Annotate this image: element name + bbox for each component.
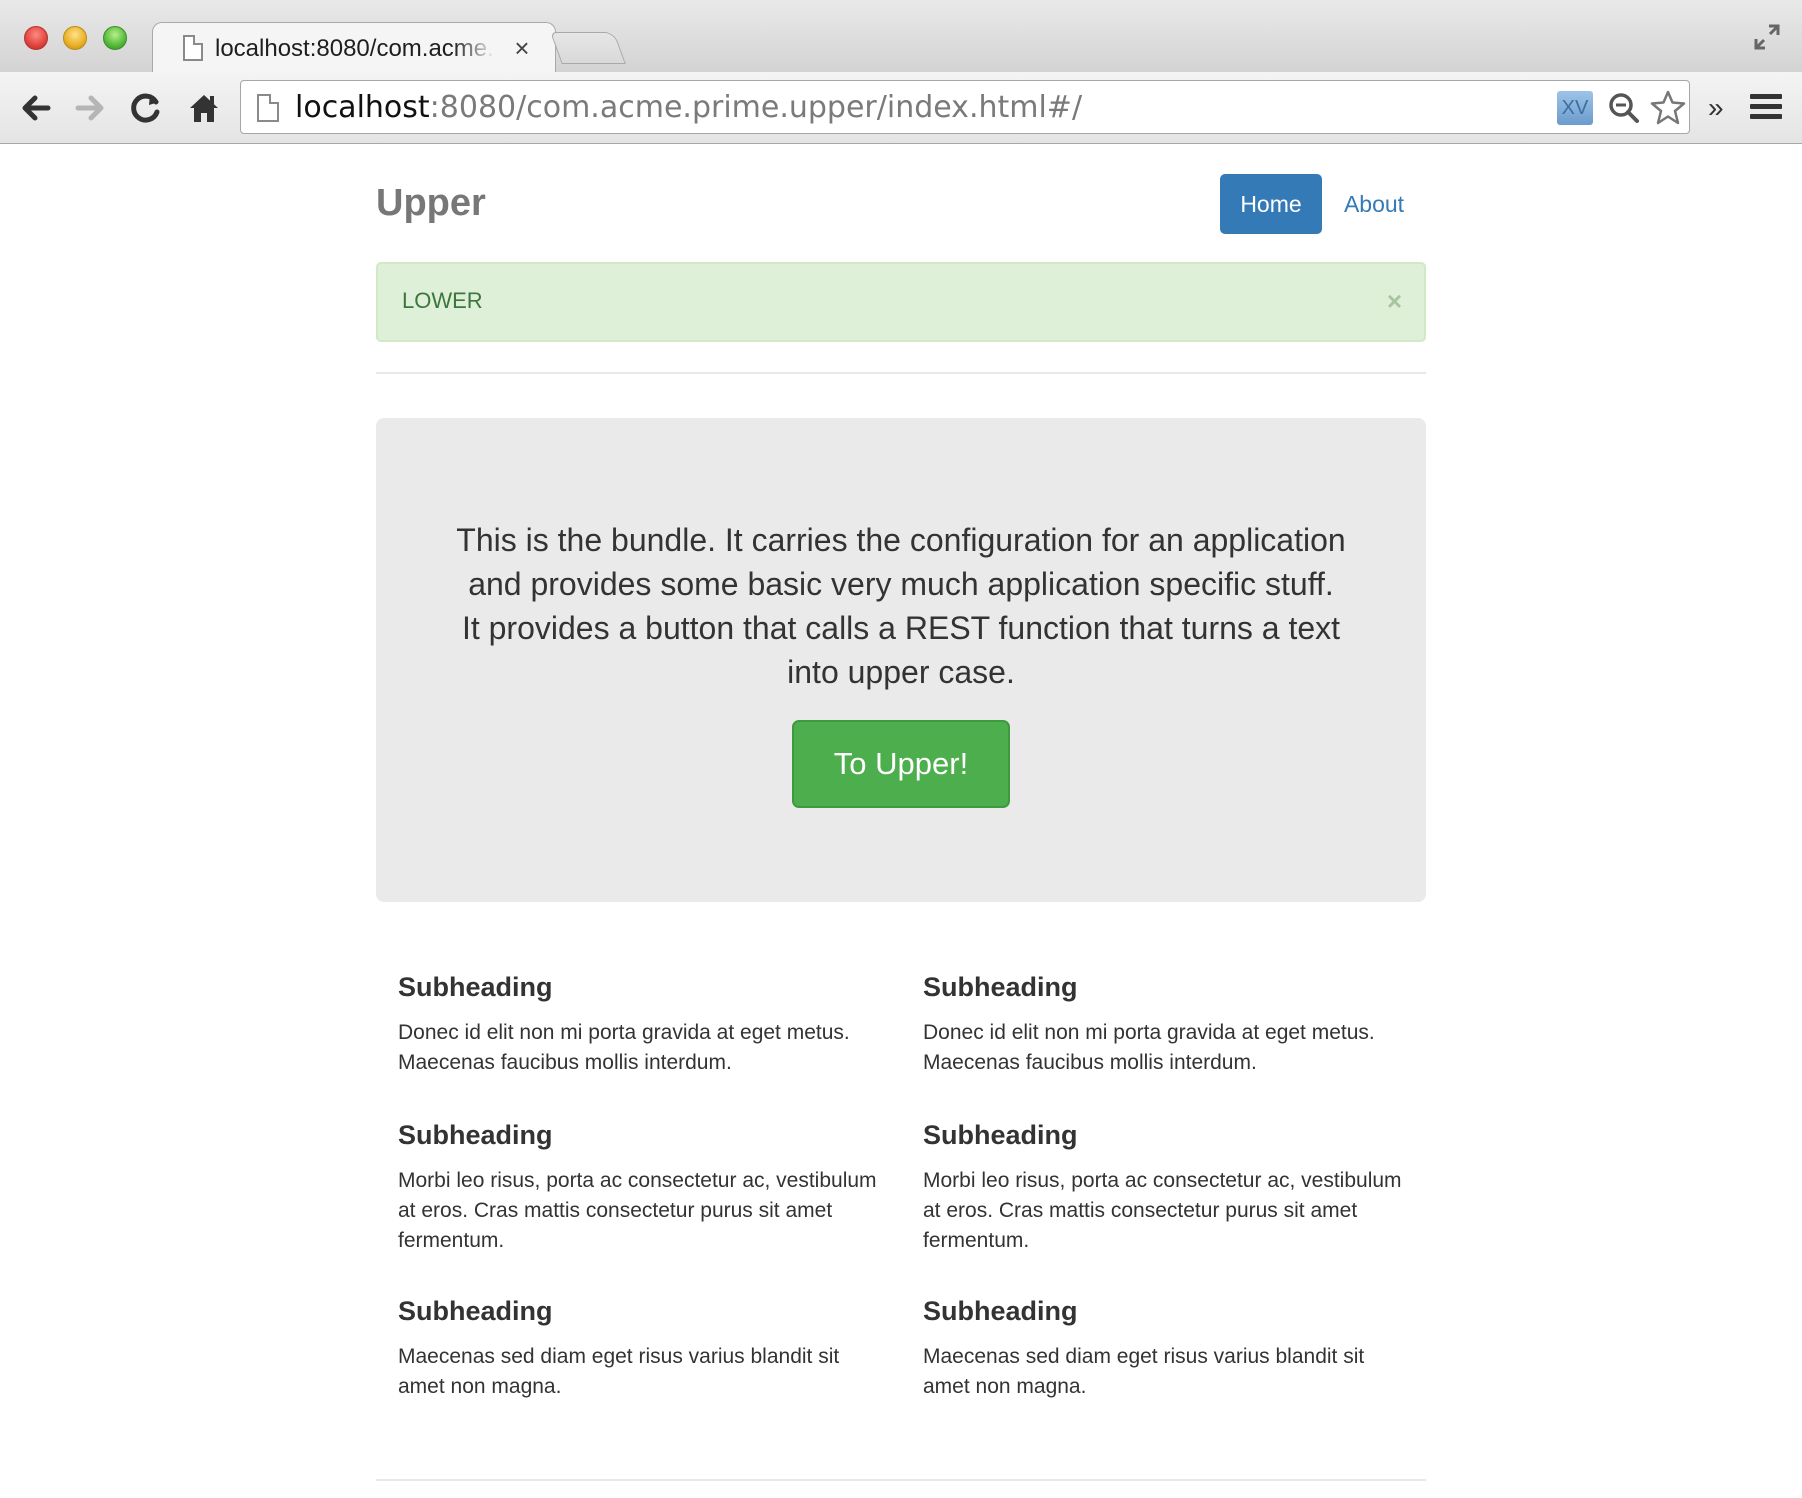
xv-extension-icon[interactable]: XV	[1557, 91, 1593, 125]
feature-section: Subheading Morbi leo risus, porta ac con…	[398, 1120, 878, 1256]
page-icon	[257, 94, 279, 122]
brand-title[interactable]: Upper	[376, 182, 486, 225]
nav-pills: Home About	[1206, 174, 1426, 234]
alert-message: LOWER	[402, 288, 483, 313]
section-text: Morbi leo risus, porta ac consectetur ac…	[398, 1169, 877, 1252]
to-upper-button[interactable]: To Upper!	[792, 720, 1010, 808]
browser-menu-icon[interactable]	[1750, 94, 1782, 122]
subheading: Subheading	[923, 972, 1078, 1002]
forward-arrow-icon[interactable]	[70, 88, 110, 128]
nav-about-link[interactable]: About	[1322, 174, 1426, 234]
bookmark-star-icon[interactable]	[1649, 89, 1687, 127]
url-path: :8080/com.acme.prime.upper/index.html#/	[429, 90, 1083, 125]
footer-divider	[376, 1479, 1426, 1481]
feature-section: Subheading Donec id elit non mi porta gr…	[923, 972, 1403, 1078]
fullscreen-icon[interactable]	[1752, 22, 1782, 52]
browser-toolbar: localhost:8080/com.acme.prime.upper/inde…	[0, 72, 1802, 144]
feature-section: Subheading Maecenas sed diam eget risus …	[923, 1296, 1403, 1402]
extensions-overflow-icon[interactable]: »	[1708, 92, 1724, 124]
jumbotron-lead-text: This is the bundle. It carries the confi…	[456, 522, 1346, 690]
success-alert: LOWER ×	[376, 262, 1426, 342]
window-zoom-button[interactable]	[103, 26, 127, 50]
home-icon[interactable]	[184, 88, 224, 128]
page-icon	[183, 35, 203, 61]
browser-titlebar: localhost:8080/com.acme.prime.upper/inde…	[0, 0, 1802, 74]
jumbotron: This is the bundle. It carries the confi…	[376, 418, 1426, 902]
tab-title: localhost:8080/com.acme.prime.upper/inde…	[215, 35, 495, 62]
window-close-button[interactable]	[24, 26, 48, 50]
divider	[376, 372, 1426, 374]
feature-section: Subheading Maecenas sed diam eget risus …	[398, 1296, 878, 1402]
back-arrow-icon[interactable]	[16, 88, 56, 128]
subheading: Subheading	[398, 1296, 553, 1326]
alert-close-icon[interactable]: ×	[1387, 288, 1402, 314]
nav-home-link[interactable]: Home	[1220, 174, 1322, 234]
address-bar[interactable]: localhost:8080/com.acme.prime.upper/inde…	[240, 80, 1690, 134]
feature-section: Subheading Donec id elit non mi porta gr…	[398, 972, 878, 1078]
feature-section: Subheading Morbi leo risus, porta ac con…	[923, 1120, 1403, 1256]
url-text[interactable]: localhost:8080/com.acme.prime.upper/inde…	[295, 90, 1082, 125]
section-text: Morbi leo risus, porta ac consectetur ac…	[923, 1169, 1402, 1252]
subheading: Subheading	[923, 1296, 1078, 1326]
section-text: Donec id elit non mi porta gravida at eg…	[398, 1021, 850, 1074]
tab-close-icon[interactable]: ×	[509, 33, 535, 63]
subheading: Subheading	[398, 972, 553, 1002]
new-tab-button[interactable]	[550, 32, 626, 64]
reload-icon[interactable]	[126, 88, 166, 128]
url-host: localhost	[295, 90, 430, 125]
subheading: Subheading	[923, 1120, 1078, 1150]
section-text: Maecenas sed diam eget risus varius blan…	[398, 1345, 840, 1398]
section-text: Maecenas sed diam eget risus varius blan…	[923, 1345, 1365, 1398]
subheading: Subheading	[398, 1120, 553, 1150]
window-minimize-button[interactable]	[63, 26, 87, 50]
zoom-icon[interactable]	[1607, 91, 1641, 125]
browser-tab[interactable]: localhost:8080/com.acme.prime.upper/inde…	[152, 22, 556, 74]
section-text: Donec id elit non mi porta gravida at eg…	[923, 1021, 1375, 1074]
page-container: Upper Home About LOWER × This is the bun…	[376, 144, 1426, 1498]
